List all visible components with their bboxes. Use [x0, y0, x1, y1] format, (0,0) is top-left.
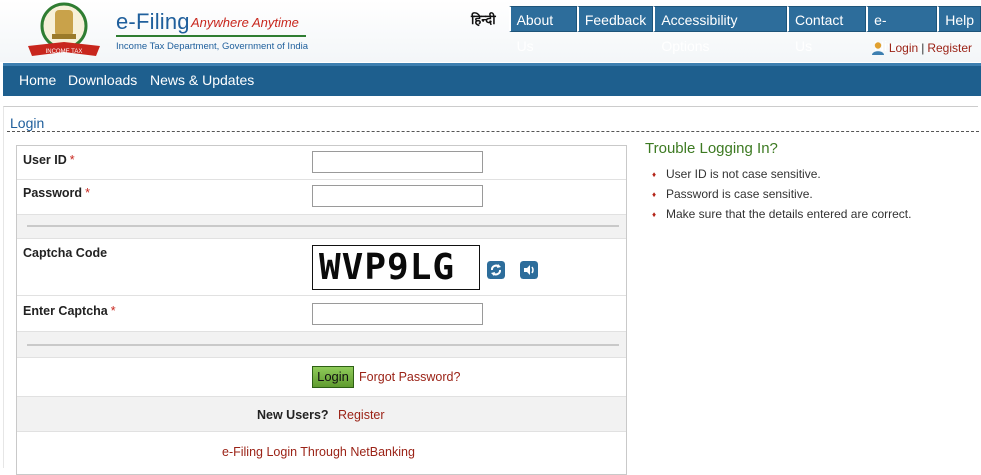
trouble-logging-title: Trouble Logging In? [645, 140, 778, 157]
required-mark: * [110, 304, 116, 318]
nav-about-us[interactable]: About Us [508, 6, 577, 54]
login-form: User ID* Password* Captcha Code WVP9LG [16, 145, 627, 475]
svg-text:INCOME TAX: INCOME TAX [46, 49, 83, 55]
nav-e-nivaran[interactable]: e-Nivaran [866, 6, 938, 54]
brand-title: e-Filing [116, 9, 190, 34]
new-users-label: New Users? [257, 408, 329, 422]
title-divider [7, 131, 979, 132]
header-login-link[interactable]: Login [889, 41, 918, 55]
user-id-input[interactable] [312, 151, 483, 173]
register-link[interactable]: Register [338, 408, 385, 422]
enter-captcha-input[interactable] [312, 303, 483, 325]
password-input[interactable] [312, 185, 483, 207]
top-nav: हिन्दी About Us Feedback Accessibility O… [471, 6, 981, 54]
login-button[interactable]: Login [312, 366, 354, 388]
header-register-link[interactable]: Register [927, 41, 972, 55]
captcha-row: Captcha Code WVP9LG [17, 239, 626, 296]
user-id-label: User ID * [23, 153, 75, 167]
main-menubar: Home Downloads News & Updates [3, 63, 981, 96]
required-mark: * [69, 153, 75, 167]
nav-contact-us[interactable]: Contact Us [787, 6, 867, 54]
login-actions-row: Login Forgot Password? [17, 358, 626, 397]
audio-captcha-icon[interactable] [520, 261, 538, 279]
brand-subtitle: Income Tax Department, Government of Ind… [116, 41, 309, 52]
enter-captcha-row: Enter Captcha * [17, 296, 626, 332]
nav-accessibility-options[interactable]: Accessibility Options [653, 6, 788, 54]
nav-help[interactable]: Help [937, 6, 981, 32]
row-separator [27, 344, 619, 346]
captcha-image: WVP9LG [312, 245, 480, 290]
new-users-row: New Users? Register [17, 397, 626, 432]
state-emblem-icon[interactable]: INCOME TAX [22, 2, 106, 58]
trouble-tips-list: User ID is not case sensitive. Password … [652, 167, 911, 227]
user-id-row: User ID * [17, 146, 626, 180]
brand-tagline: Anywhere Anytime [191, 15, 299, 30]
trouble-tip: Make sure that the details entered are c… [652, 207, 911, 227]
user-links: Login | Register [871, 41, 972, 55]
site-header: INCOME TAX e-Filing Anywhere Anytime Inc… [0, 0, 981, 62]
separator-row [17, 215, 626, 239]
password-label: Password * [23, 186, 90, 200]
row-separator [27, 225, 619, 227]
nav-feedback[interactable]: Feedback [576, 6, 654, 32]
link-separator: | [921, 41, 925, 55]
forgot-password-link[interactable]: Forgot Password? [359, 370, 460, 384]
password-row: Password * [17, 180, 626, 215]
menu-news-updates[interactable]: News & Updates [150, 72, 254, 88]
hindi-language-link[interactable]: हिन्दी [471, 10, 496, 28]
main-content: Login User ID * Password * Captcha Code WV… [3, 106, 979, 475]
menu-home[interactable]: Home [19, 72, 56, 88]
brand-underline [116, 35, 306, 37]
menu-downloads[interactable]: Downloads [68, 72, 137, 88]
required-mark: * [85, 186, 90, 200]
refresh-icon[interactable] [487, 261, 505, 279]
trouble-tip: User ID is not case sensitive. [652, 167, 911, 187]
trouble-tip: Password is case sensitive. [652, 187, 911, 207]
page-title: Login [10, 115, 45, 131]
captcha-code-label: Captcha Code [23, 246, 108, 260]
enter-captcha-label: Enter Captcha * [23, 304, 116, 318]
netbanking-login-link[interactable]: e-Filing Login Through NetBanking [222, 445, 415, 459]
separator-row [17, 332, 626, 358]
user-icon [871, 42, 884, 55]
